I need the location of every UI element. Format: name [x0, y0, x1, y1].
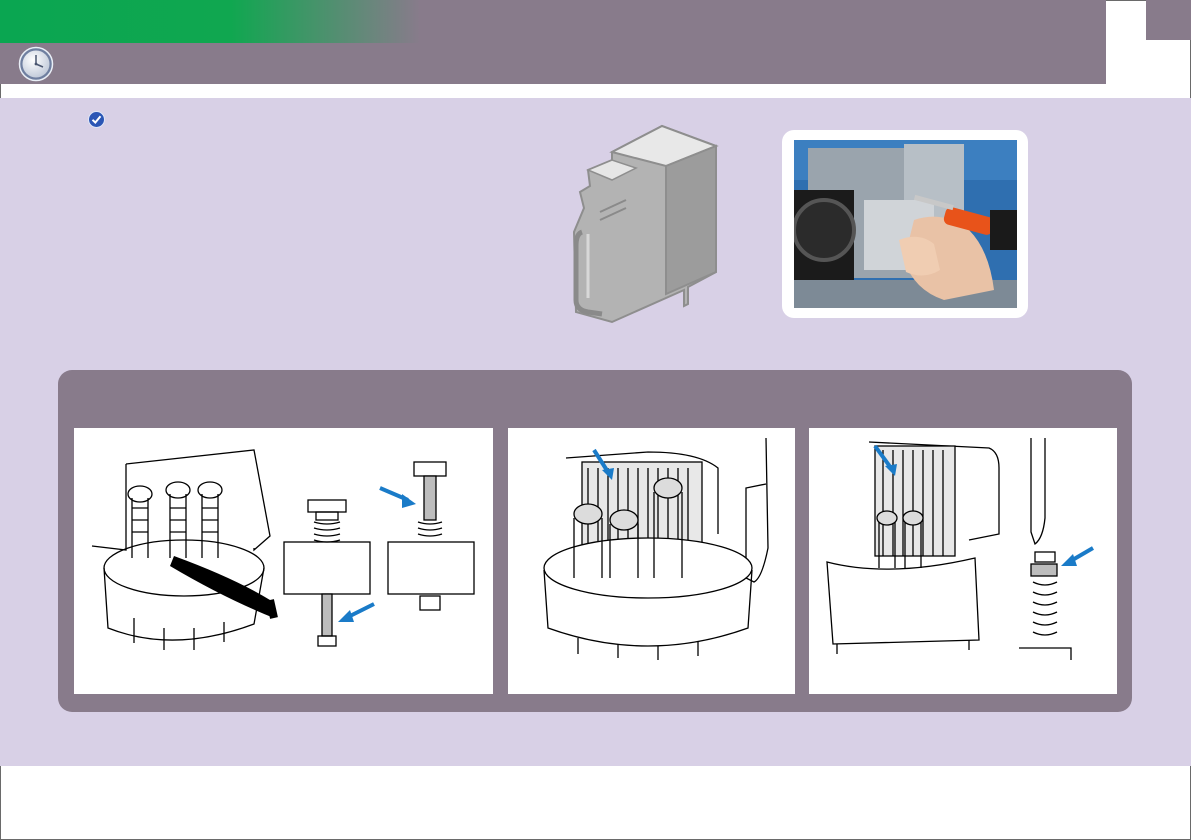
step-1-illustration [74, 428, 493, 694]
maintenance-photo [794, 140, 1017, 308]
steps-panel [58, 370, 1132, 712]
header-side-tab [1146, 0, 1191, 40]
arrow-icon [1061, 546, 1095, 566]
arrow-icon [338, 602, 375, 622]
header-accent [0, 0, 420, 43]
step-2-illustration [508, 428, 795, 694]
photo-frame [782, 130, 1028, 318]
step-3-illustration [809, 428, 1117, 694]
part-illustration [572, 124, 719, 324]
check-badge-icon [88, 111, 105, 128]
arrow-icon [379, 486, 416, 508]
clock-icon [18, 46, 54, 82]
